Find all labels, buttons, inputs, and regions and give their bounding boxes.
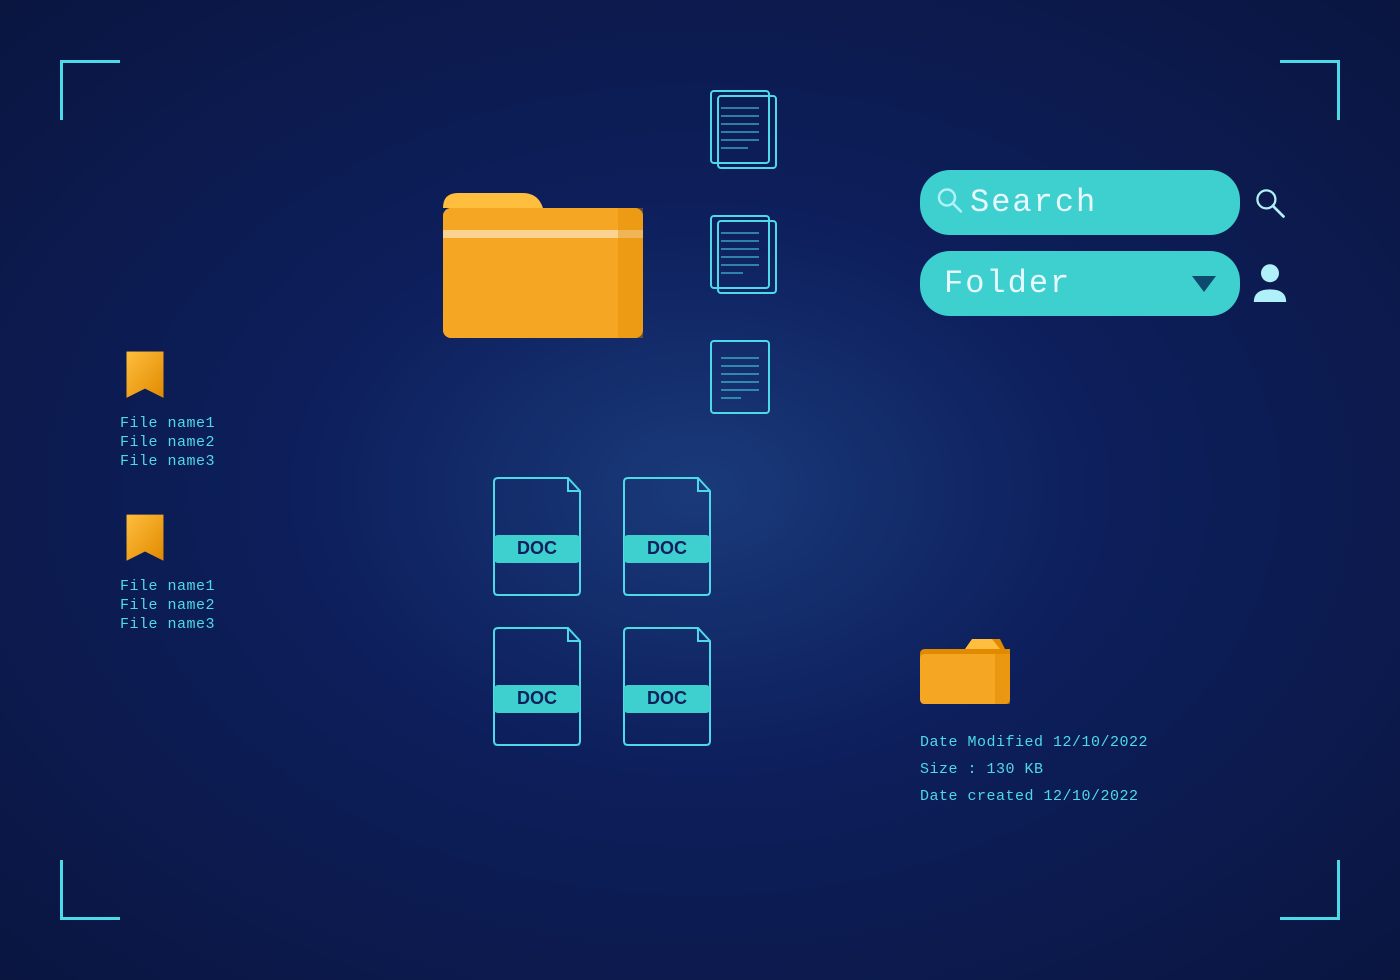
svg-text:DOC: DOC <box>647 538 687 558</box>
outline-doc-2 <box>703 213 788 318</box>
right-panel: Search Folder <box>920 90 1300 890</box>
search-area: Search Folder <box>920 170 1300 316</box>
doc-grid: DOC DOC <box>490 473 730 753</box>
left-panel: File name1 File name2 File name3 <box>100 90 300 890</box>
big-folder <box>433 168 653 348</box>
small-file-icon-1 <box>120 347 170 407</box>
folder-dropdown-bar[interactable]: Folder <box>920 251 1240 316</box>
svg-text:DOC: DOC <box>647 688 687 708</box>
date-created-label: Date created <box>920 788 1034 805</box>
date-modified-line: Date Modified 12/10/2022 <box>920 729 1300 756</box>
file-name-2-3: File name3 <box>120 616 215 633</box>
search-bar[interactable]: Search <box>920 170 1240 235</box>
file-info-block: Date Modified 12/10/2022 Size : 130 KB D… <box>920 729 1300 810</box>
date-created-line: Date created 12/10/2022 <box>920 783 1300 810</box>
file-names-group-2: File name1 File name2 File name3 <box>120 578 215 633</box>
outline-doc-1 <box>703 88 788 193</box>
file-name-1-3: File name3 <box>120 453 215 470</box>
search-bar-label: Search <box>970 184 1097 221</box>
doc-file-4[interactable]: DOC <box>620 623 730 753</box>
file-group-1: File name1 File name2 File name3 <box>120 347 300 470</box>
doc-file-2[interactable]: DOC <box>620 473 730 603</box>
file-name-1-2: File name2 <box>120 434 215 451</box>
folder-bar-label: Folder <box>944 265 1071 302</box>
bottom-right-section: Date Modified 12/10/2022 Size : 130 KB D… <box>920 624 1300 810</box>
file-names-group-1: File name1 File name2 File name3 <box>120 415 215 470</box>
small-file-icon-2 <box>120 510 170 570</box>
layout: File name1 File name2 File name3 <box>100 90 1300 890</box>
dropdown-arrow-icon <box>1192 276 1216 292</box>
size-line: Size : 130 KB <box>920 756 1300 783</box>
svg-text:DOC: DOC <box>517 688 557 708</box>
search-icon-inside <box>936 186 964 219</box>
search-icon-outside <box>1252 185 1288 221</box>
center-panel: DOC DOC <box>300 90 920 890</box>
date-created-date: 12/10/2022 <box>1044 788 1139 805</box>
outline-doc-3 <box>703 338 788 443</box>
user-icon <box>1252 262 1288 306</box>
file-name-2-1: File name1 <box>120 578 215 595</box>
doc-file-3[interactable]: DOC <box>490 623 600 753</box>
search-bar-row: Search <box>920 170 1300 235</box>
size-label: Size : <box>920 761 977 778</box>
main-content: File name1 File name2 File name3 <box>0 0 1400 980</box>
file-name-2-2: File name2 <box>120 597 215 614</box>
file-group-2: File name1 File name2 File name3 <box>120 510 300 633</box>
date-modified-label: Date Modified <box>920 734 1044 751</box>
svg-text:DOC: DOC <box>517 538 557 558</box>
date-modified-date: 12/10/2022 <box>1053 734 1148 751</box>
folder-bar-row: Folder <box>920 251 1300 316</box>
small-orange-folder <box>920 624 1300 719</box>
docs-column <box>703 88 788 443</box>
doc-file-1[interactable]: DOC <box>490 473 600 603</box>
file-name-1-1: File name1 <box>120 415 215 432</box>
size-val: 130 KB <box>987 761 1044 778</box>
